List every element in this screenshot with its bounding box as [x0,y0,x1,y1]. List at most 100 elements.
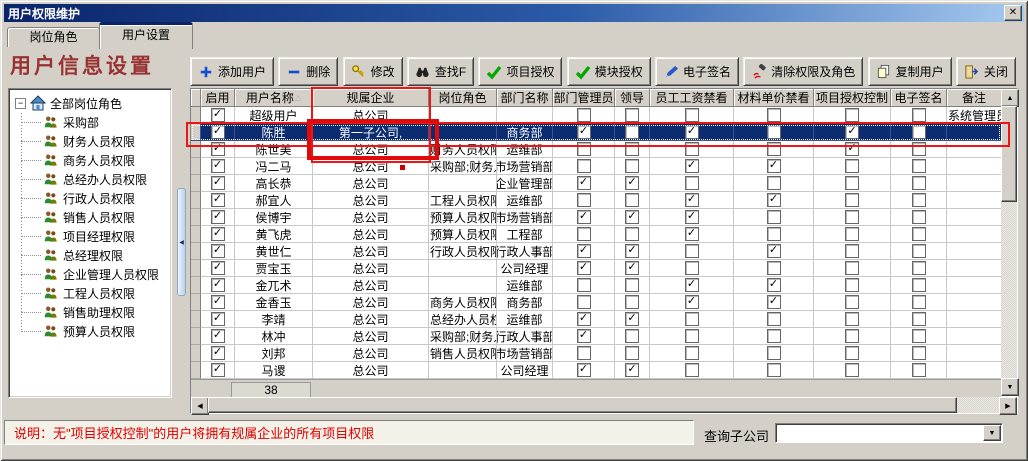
vertical-scrollbar[interactable]: ▲ ▼ [1001,89,1017,396]
checkbox-enabled[interactable]: ✓ [211,278,225,292]
scroll-down-icon[interactable]: ▼ [1001,378,1019,396]
checkbox-price_hidden[interactable] [767,346,781,360]
table-row[interactable]: ✓黄飞虎总公司预算人员权限工程部✓ [191,226,1001,243]
checkbox-enabled[interactable]: ✓ [211,193,225,207]
tree-item[interactable]: 商务人员权限 [9,151,171,170]
tab-user-settings[interactable]: 用户设置 [99,22,193,49]
horizontal-scroll-thumb[interactable] [208,397,957,413]
checkbox-price_hidden[interactable]: ✓ [767,244,781,258]
tree-item[interactable]: 采购部 [9,113,171,132]
checkbox-esign[interactable] [912,312,926,326]
tree-item[interactable]: 销售人员权限 [9,208,171,227]
checkbox-project_auth[interactable] [845,244,859,258]
checkbox-price_hidden[interactable] [767,142,781,156]
checkbox-esign[interactable] [912,210,926,224]
scroll-left-icon[interactable]: ◀ [191,397,209,415]
horizontal-scrollbar[interactable]: ◀ ▶ [191,397,1017,413]
checkbox-dept_admin[interactable]: ✓ [577,176,591,190]
checkbox-esign[interactable] [912,193,926,207]
checkbox-esign[interactable] [912,125,926,139]
column-header-enabled[interactable]: 启用 [201,89,235,107]
table-row[interactable]: ✓黄世仁总公司行政人员权限行政人事部✓✓✓ [191,243,1001,260]
checkbox-salary_hidden[interactable] [685,363,699,377]
tree-item[interactable]: 预算人员权限 [9,322,171,341]
checkbox-leader[interactable] [625,159,639,173]
table-row[interactable]: ✓陈世美总公司财务人员权限运维部✓ [191,141,1001,158]
checkbox-salary_hidden[interactable] [685,108,699,122]
table-row[interactable]: ✓刘邦总公司销售人员权限市场营销部 [191,345,1001,362]
checkbox-salary_hidden[interactable]: ✓ [685,278,699,292]
checkbox-enabled[interactable]: ✓ [211,346,225,360]
checkbox-project_auth[interactable] [845,176,859,190]
tree-item[interactable]: 总经办人员权限 [9,170,171,189]
checkbox-salary_hidden[interactable]: ✓ [685,125,699,139]
checkbox-salary_hidden[interactable] [685,244,699,258]
checkbox-price_hidden[interactable] [767,312,781,326]
toolbar-button-module-auth[interactable]: 模块授权 [567,57,651,86]
checkbox-leader[interactable]: ✓ [625,244,639,258]
checkbox-price_hidden[interactable] [767,329,781,343]
checkbox-dept_admin[interactable] [577,193,591,207]
checkbox-enabled[interactable]: ✓ [211,125,225,139]
checkbox-price_hidden[interactable] [767,108,781,122]
checkbox-project_auth[interactable] [845,108,859,122]
checkbox-project_auth[interactable] [845,346,859,360]
tree-item[interactable]: 工程人员权限 [9,284,171,303]
checkbox-dept_admin[interactable] [577,295,591,309]
checkbox-project_auth[interactable]: ✓ [845,125,859,139]
toolbar-button-find[interactable]: 查找F [407,57,474,86]
toolbar-button-esign[interactable]: 电子签名 [655,57,739,86]
checkbox-price_hidden[interactable] [767,125,781,139]
checkbox-esign[interactable] [912,329,926,343]
checkbox-dept_admin[interactable] [577,159,591,173]
column-header-company[interactable]: 规属企业 [313,89,429,107]
toolbar-button-modify[interactable]: 修改 [343,57,403,86]
checkbox-enabled[interactable]: ✓ [211,261,225,275]
vertical-scroll-thumb[interactable] [1001,106,1017,202]
checkbox-salary_hidden[interactable]: ✓ [685,210,699,224]
checkbox-price_hidden[interactable]: ✓ [767,295,781,309]
tree-item[interactable]: 销售助理权限 [9,303,171,322]
checkbox-dept_admin[interactable]: ✓ [577,312,591,326]
checkbox-enabled[interactable]: ✓ [211,363,225,377]
table-row[interactable]: ✓李靖总公司总经办人员权限运维部✓✓ [191,311,1001,328]
table-row[interactable]: ✓郝宜人总公司工程人员权限运维部✓✓ [191,192,1001,209]
checkbox-salary_hidden[interactable]: ✓ [685,227,699,241]
checkbox-price_hidden[interactable]: ✓ [767,159,781,173]
column-header-dept_admin[interactable]: 部门管理员 [553,89,615,107]
checkbox-project_auth[interactable] [845,261,859,275]
tree-item[interactable]: 项目经理权限 [9,227,171,246]
checkbox-enabled[interactable]: ✓ [211,244,225,258]
checkbox-dept_admin[interactable]: ✓ [577,210,591,224]
checkbox-leader[interactable] [625,125,639,139]
table-row[interactable]: ✓马谡总公司公司经理✓✓ [191,362,1001,379]
checkbox-project_auth[interactable]: ✓ [845,142,859,156]
checkbox-enabled[interactable]: ✓ [211,295,225,309]
query-subsidiary-combobox[interactable]: ▼ [775,423,1003,443]
checkbox-esign[interactable] [912,227,926,241]
title-bar[interactable]: 用户权限维护 ✕ [4,4,1024,22]
checkbox-price_hidden[interactable] [767,261,781,275]
checkbox-leader[interactable]: ✓ [625,363,639,377]
checkbox-salary_hidden[interactable]: ✓ [685,159,699,173]
checkbox-price_hidden[interactable] [767,363,781,377]
checkbox-project_auth[interactable] [845,227,859,241]
checkbox-esign[interactable] [912,244,926,258]
checkbox-leader[interactable]: ✓ [625,261,639,275]
table-row[interactable]: ✓金香玉总公司商务人员权限商务部✓✓ [191,294,1001,311]
checkbox-leader[interactable] [625,142,639,156]
checkbox-enabled[interactable]: ✓ [211,159,225,173]
checkbox-salary_hidden[interactable] [685,312,699,326]
checkbox-salary_hidden[interactable] [685,329,699,343]
checkbox-dept_admin[interactable]: ✓ [577,125,591,139]
checkbox-dept_admin[interactable] [577,227,591,241]
checkbox-price_hidden[interactable] [767,176,781,190]
checkbox-salary_hidden[interactable] [685,346,699,360]
checkbox-enabled[interactable]: ✓ [211,329,225,343]
column-header-name[interactable]: 用户名称△ [235,89,313,107]
tree-item[interactable]: 行政人员权限 [9,189,171,208]
checkbox-leader[interactable]: ✓ [625,312,639,326]
table-row[interactable]: ✓冯二马总公司采购部;财务人员权限市场营销部✓✓ [191,158,1001,175]
checkbox-leader[interactable] [625,108,639,122]
checkbox-esign[interactable] [912,363,926,377]
